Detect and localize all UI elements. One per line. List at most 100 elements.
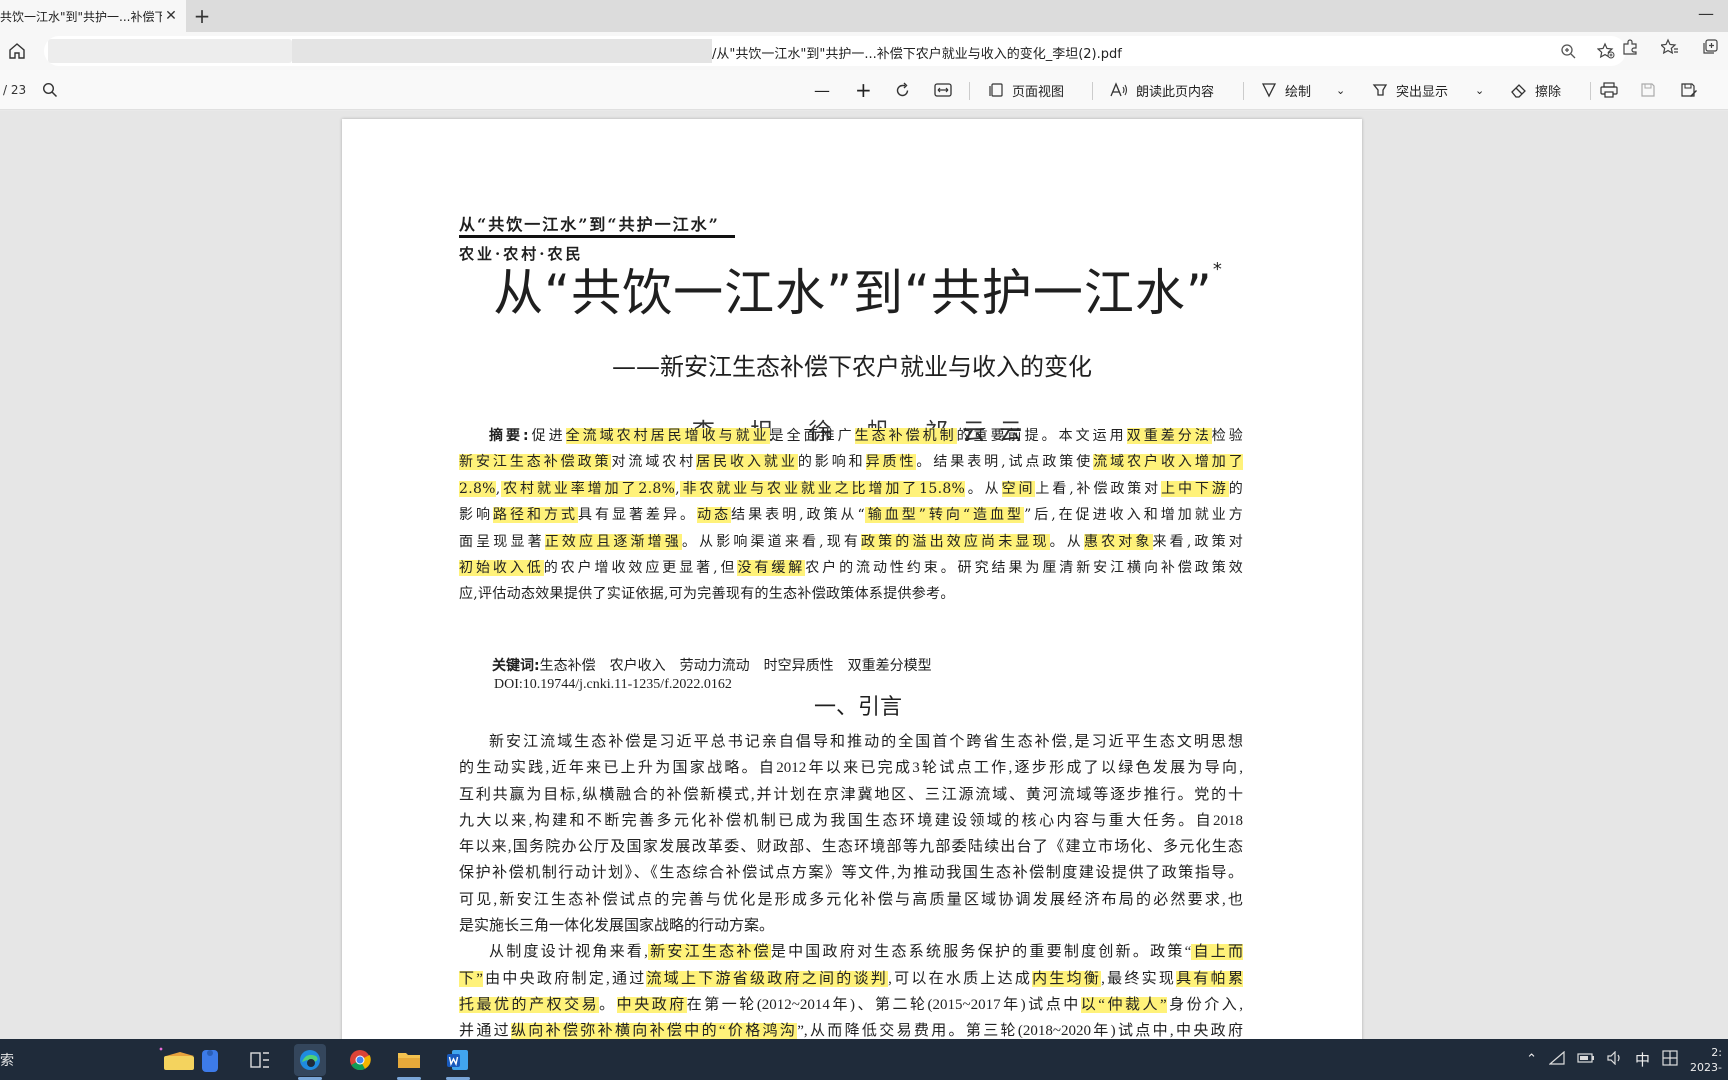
text-segment: 对流域农村 [611, 454, 697, 471]
zoom-out-button[interactable]: — [814, 78, 830, 102]
abstract-label: 摘要: [489, 428, 529, 444]
favorites-icon[interactable] [1658, 35, 1682, 59]
toolbar-divider [1590, 82, 1591, 100]
read-aloud-button[interactable]: 朗读此页内容 [1110, 78, 1214, 102]
text-segment: 由中央政府制定,通过 [482, 970, 647, 987]
highlighted-text: 新安江生态补偿 [647, 944, 771, 961]
text-line: 初始收入低的农户增收效应更显著,但没有缓解农户的流动性约束。研究结果为厘清新安江… [459, 555, 1243, 581]
highlighted-text: 没有缓解 [737, 560, 806, 577]
text-segment: 是全面推广 [769, 428, 855, 444]
text-segment: 。从 [1049, 533, 1084, 550]
text-line: 托最优的产权交易。中央政府在第一轮(2012~2014年)、第二轮(2015~2… [459, 992, 1243, 1018]
toolbar-divider [969, 82, 970, 100]
clock[interactable]: 2: 2023- [1690, 1045, 1722, 1075]
highlight-dropdown-chevron-icon[interactable]: ⌄ [1475, 78, 1484, 102]
battery-icon[interactable] [1577, 1052, 1595, 1068]
highlighted-text: 政策的溢出效应尚未显现 [861, 533, 1050, 550]
text-segment: 可见,新安江生态补偿试点的完善与优化是形成多元化补偿与高质量区域协调发展经济布局… [459, 891, 1243, 908]
url-text: /从"共饮一江水"到"共护一...补偿下农户就业与收入的变化_李坦(2).pdf [712, 47, 1122, 62]
toolbar-divider [1092, 82, 1093, 100]
text-segment: 上看,补偿政策对 [1035, 480, 1162, 497]
document-viewport[interactable]: 从“共饮一江水”到“共护一江水” 农业·农村·农民 从“共饮一江水”到“共护一江… [0, 111, 1728, 1039]
highlighted-text: 内生均衡 [1032, 970, 1102, 987]
highlighted-text: 流域上下游省级政府之间的谈判 [646, 970, 889, 987]
highlighted-text: 以“仲裁人” [1080, 996, 1167, 1013]
pdf-toolbar: / 23 — + 页面视图 朗读此页内容 绘制 ⌄ 突出显示 ⌄ 擦除 [0, 70, 1728, 110]
edge-browser-icon[interactable] [294, 1044, 326, 1076]
file-explorer-icon[interactable] [393, 1044, 425, 1076]
pdf-page: 从“共饮一江水”到“共护一江水” 农业·农村·农民 从“共饮一江水”到“共护一江… [342, 119, 1362, 1039]
search-highlight-illustration-icon[interactable] [158, 1044, 230, 1076]
fit-width-icon[interactable] [934, 78, 952, 102]
text-line: 互利共赢为目标,纵横融合的补偿新模式,并计划在京津冀地区、三江源流域、黄河流域等… [459, 782, 1243, 808]
text-segment: 影响 [459, 507, 494, 524]
text-segment: 在第一轮(2012~2014年)、第二轮(2015~2017年)试点中 [686, 996, 1081, 1013]
home-icon[interactable] [1, 35, 33, 67]
volume-icon[interactable] [1607, 1050, 1623, 1069]
page-view-button[interactable]: 页面视图 [988, 78, 1064, 102]
chrome-icon[interactable] [344, 1044, 376, 1076]
highlighted-text: 空间 [1001, 480, 1036, 497]
save-icon[interactable] [1640, 78, 1656, 102]
keyword: 劳动力流动 [679, 658, 750, 674]
highlighted-text: 2.8% [459, 480, 496, 497]
tab-current-pdf[interactable]: 共饮一江水"到"共护一...补偿下 ✕ [0, 0, 186, 32]
show-hidden-icons-chevron-icon[interactable]: ⌃ [1526, 1052, 1537, 1067]
tab-strip: 共饮一江水"到"共护一...补偿下 ✕ + — [0, 0, 1728, 32]
close-tab-icon[interactable]: ✕ [162, 8, 180, 24]
highlighted-text: 双重差分法 [1126, 428, 1212, 444]
text-segment: 检验 [1211, 428, 1243, 444]
erase-button[interactable]: 擦除 [1510, 78, 1561, 102]
rotate-icon[interactable] [894, 78, 911, 102]
add-favorite-icon[interactable] [1594, 39, 1618, 63]
save-as-icon[interactable] [1680, 78, 1698, 102]
text-segment: 。 [599, 996, 617, 1013]
text-line: 并通过纵向补偿弥补横向补偿中的“价格鸿沟”,从而降低交易费用。第三轮(2018~… [459, 1018, 1243, 1039]
keyword: 农户收入 [609, 658, 666, 674]
text-segment: 是中国政府对生态系统服务保护的重要制度创新。政策“ [770, 944, 1192, 961]
task-view-icon[interactable] [244, 1044, 276, 1076]
ime-indicator[interactable]: 中 [1635, 1049, 1650, 1070]
find-icon[interactable] [42, 78, 58, 102]
text-line: 新安江生态补偿政策对流域农村居民收入就业的影响和异质性。结果表明,试点政策使流域… [459, 449, 1243, 475]
word-icon[interactable] [442, 1044, 474, 1076]
highlighted-text: 正效应且逐渐增强 [544, 533, 682, 550]
eraser-icon [1511, 84, 1526, 98]
abstract: 摘要:促进全流域农村居民增收与就业是全面推广生态补偿机制的重要前提。本文运用双重… [459, 423, 1243, 608]
draw-button[interactable]: 绘制 [1261, 78, 1311, 102]
text-segment: 。从影响渠道来看,现有 [681, 533, 862, 550]
minimize-button[interactable]: — [1698, 4, 1714, 23]
new-tab-button[interactable]: + [186, 0, 218, 32]
highlighted-text: 纵向补偿弥补横向补偿中的“价格鸿沟 [510, 1023, 798, 1039]
print-icon[interactable] [1600, 78, 1618, 102]
highlighted-text: 下” [459, 970, 483, 987]
address-bar[interactable]: /从"共饮一江水"到"共护一...补偿下农户就业与收入的变化_李坦(2).pdf [44, 36, 1626, 66]
highlight-button[interactable]: 突出显示 [1372, 78, 1448, 102]
text-segment: 是实施长三角一体化发展国家战略的行动方案。 [459, 918, 775, 935]
taskbar-search[interactable]: 搜索 [0, 1039, 150, 1080]
collections-icon[interactable] [1698, 35, 1722, 59]
article-title-text: 从“共饮一江水”到“共护一江水” [493, 264, 1213, 322]
text-segment: ”后,在促进收入和增加就业方 [1024, 507, 1243, 524]
read-aloud-icon [1110, 82, 1128, 97]
text-segment: ,可以在水质上达成 [888, 970, 1033, 987]
extensions-icon[interactable] [1618, 35, 1642, 59]
network-icon[interactable] [1548, 1050, 1565, 1069]
highlighted-text: 惠农对象 [1083, 533, 1153, 550]
highlighted-text: 上中下游 [1161, 480, 1229, 497]
text-line: 的生动实践,近年来已上升为国家战略。自2012年以来已完成3轮试点工作,逐步形成… [459, 755, 1243, 781]
article-title: 从“共饮一江水”到“共护一江水”* [342, 253, 1362, 325]
highlighted-text: 新安江生态补偿政策 [459, 454, 612, 471]
running-title-underline [459, 235, 735, 238]
zoom-in-button[interactable]: + [855, 78, 872, 102]
taskbar: 搜索 ⌃ 中 2: 2023- [0, 1039, 1728, 1080]
highlighted-text: 居民收入就业 [696, 454, 798, 471]
highlighted-text: 自上而 [1191, 944, 1243, 961]
highlighted-text: 异质性 [865, 454, 917, 471]
text-segment: 具有显著差异。 [578, 507, 698, 524]
text-segment: 的重要前提。本文运用 [956, 428, 1127, 444]
draw-dropdown-chevron-icon[interactable]: ⌄ [1336, 78, 1345, 102]
ime-mode-icon[interactable] [1662, 1049, 1678, 1070]
zoom-icon[interactable] [1556, 39, 1580, 63]
keyword: 生态补偿 [539, 658, 596, 674]
